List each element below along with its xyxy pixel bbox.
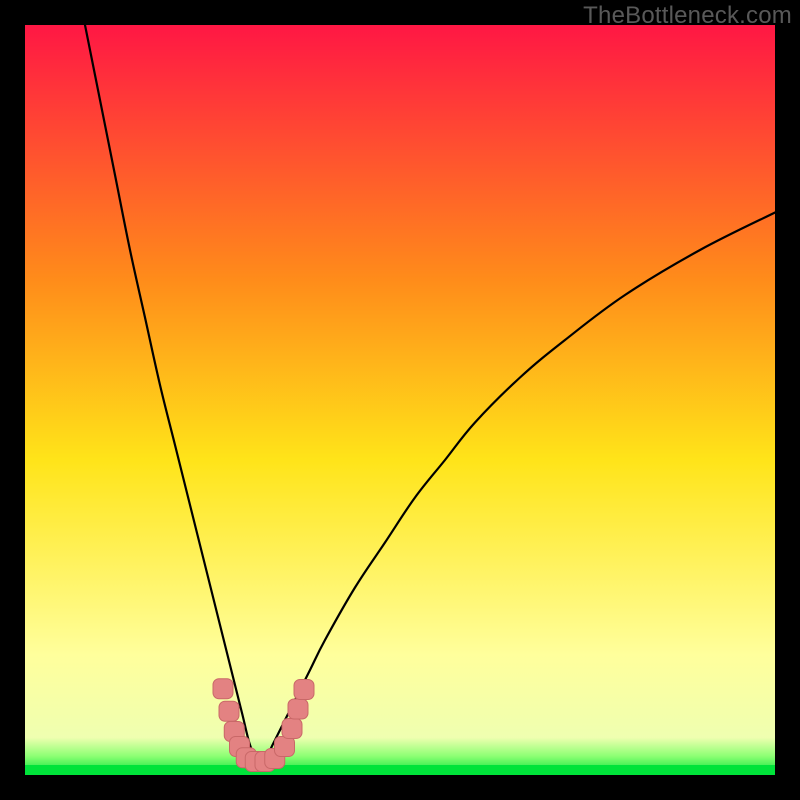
trough-marker: [282, 719, 302, 739]
trough-marker: [275, 737, 295, 757]
chart-frame: TheBottleneck.com: [0, 0, 800, 800]
watermark-text: TheBottleneck.com: [583, 2, 792, 30]
gradient-background: [25, 25, 775, 775]
trough-marker: [213, 679, 233, 699]
trough-marker: [219, 701, 239, 721]
chart-plot-area: [25, 25, 775, 775]
chart-svg: [25, 25, 775, 775]
green-band: [25, 765, 775, 775]
trough-marker: [294, 680, 314, 700]
trough-marker: [288, 699, 308, 719]
